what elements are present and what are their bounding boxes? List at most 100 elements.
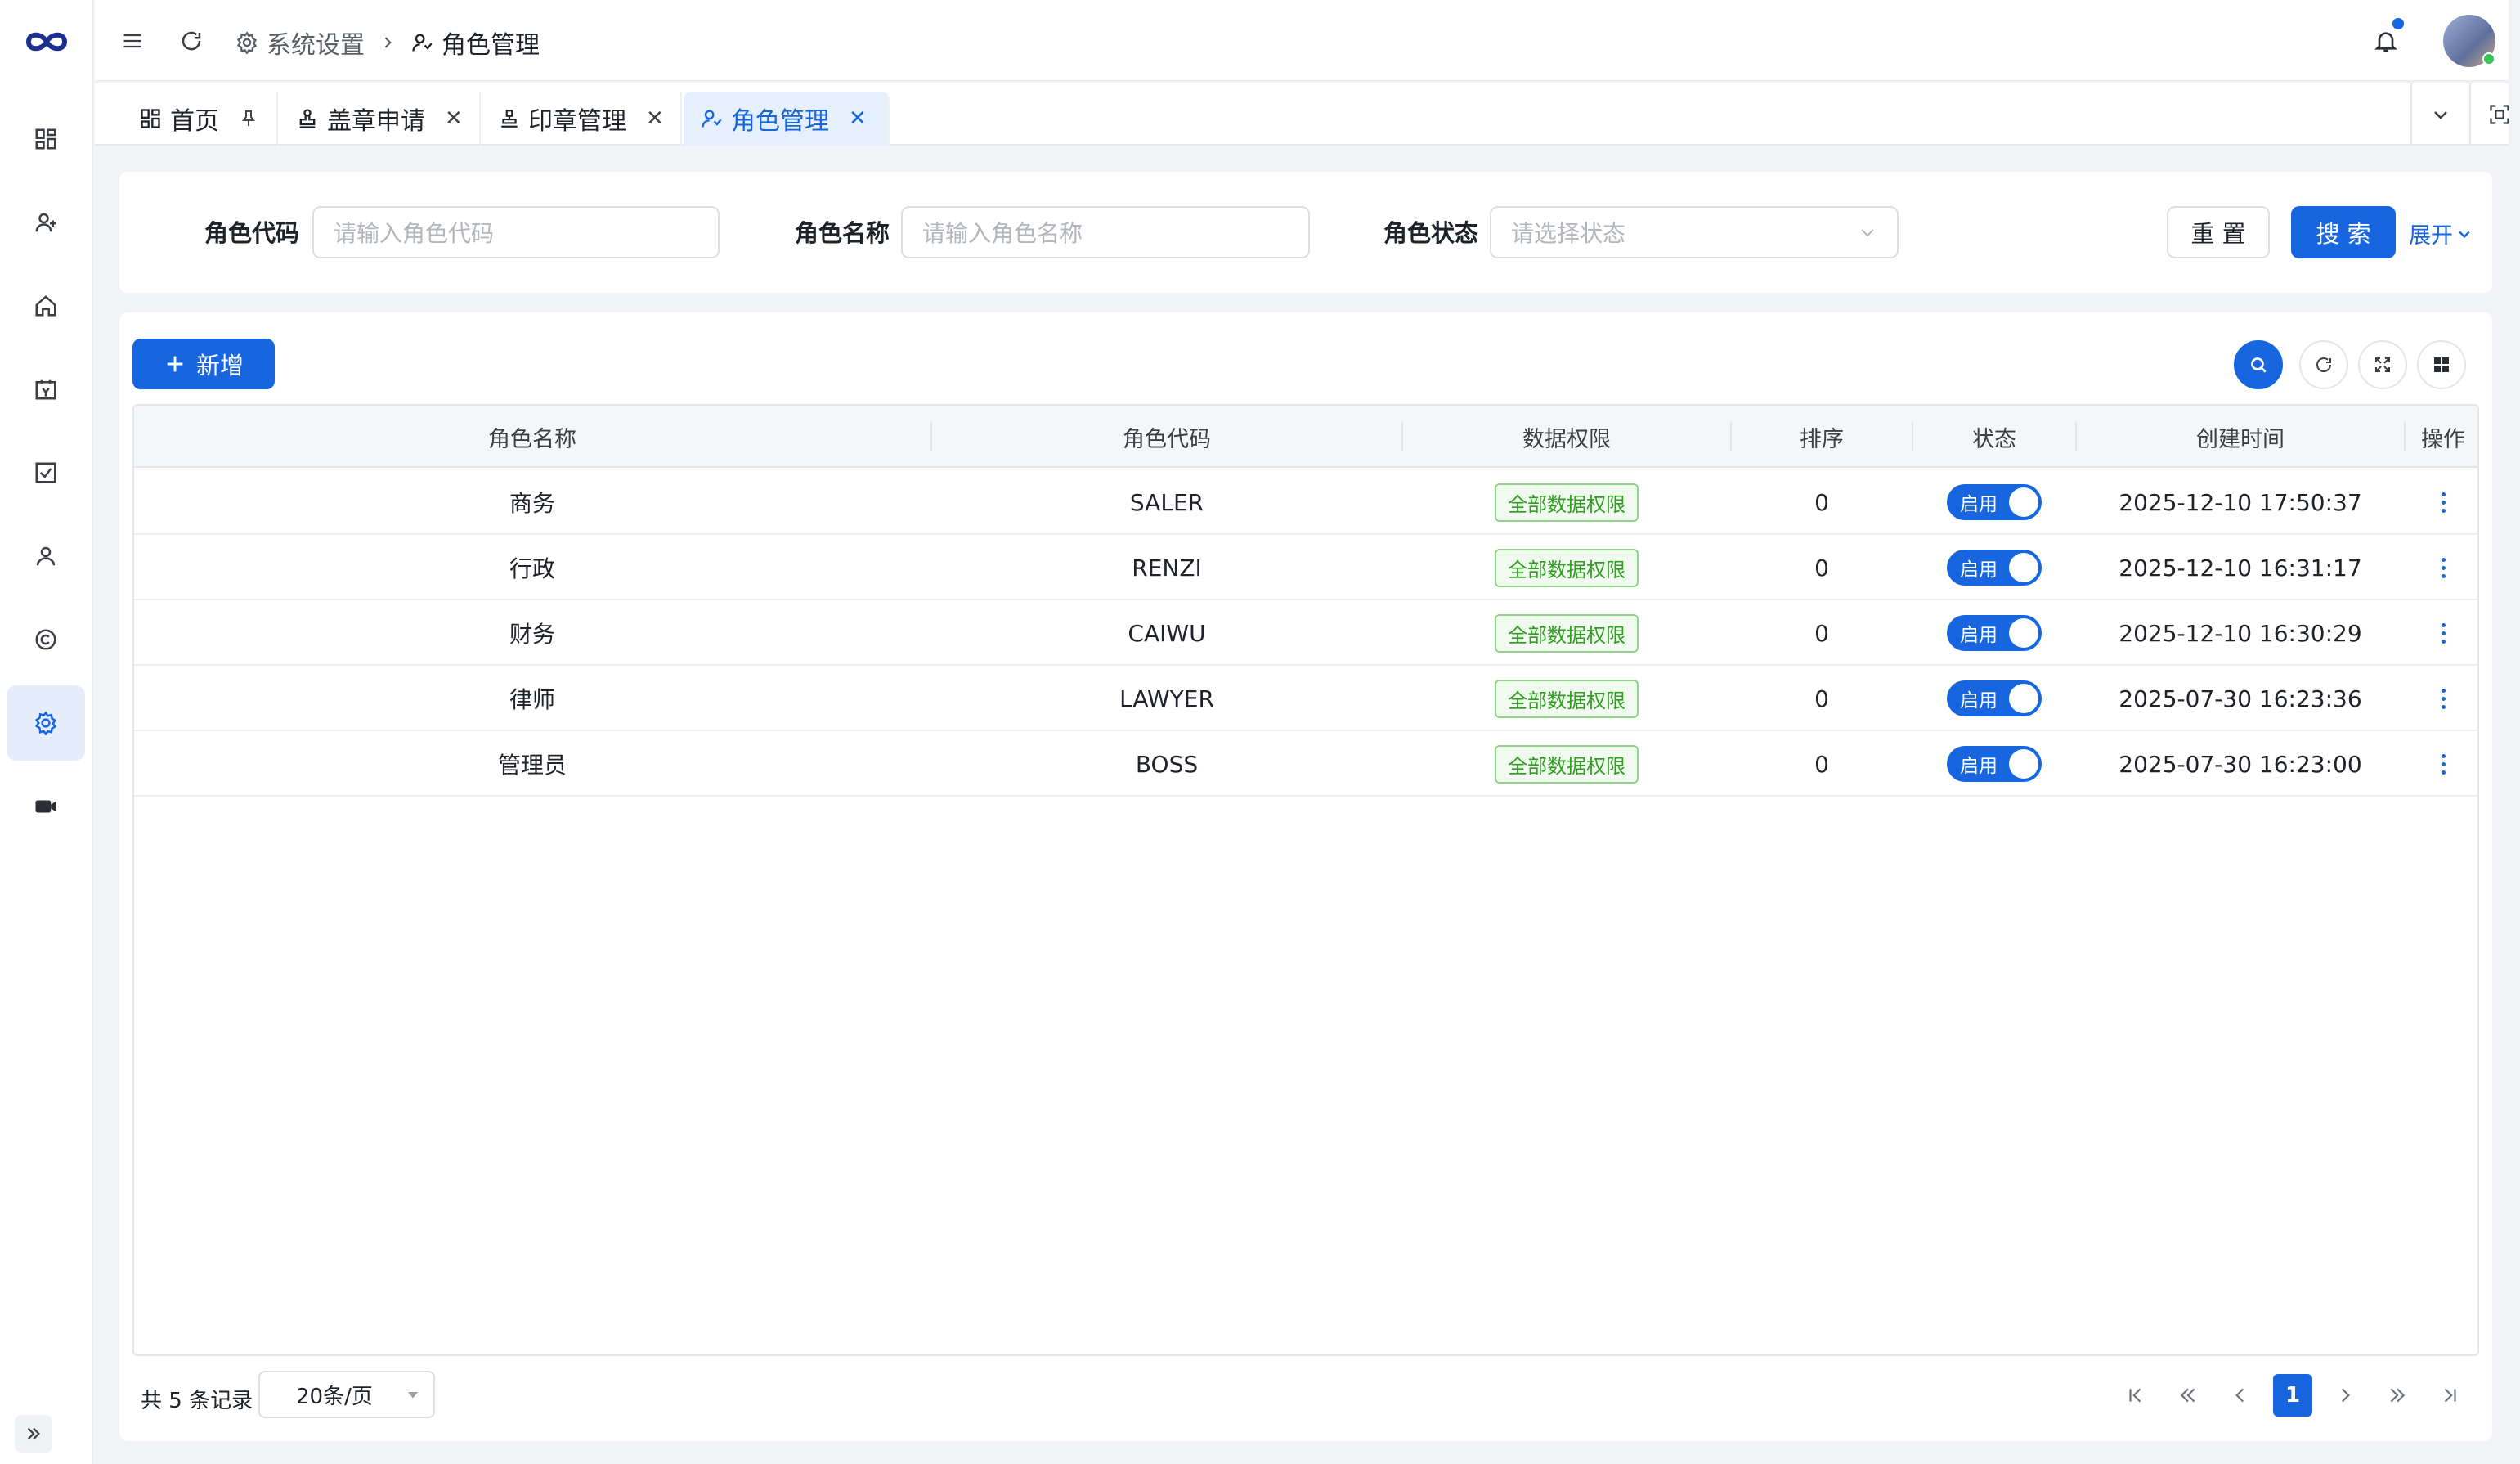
notification-dot	[2392, 18, 2404, 29]
role-code-input[interactable]: 请输入角色代码	[312, 206, 720, 258]
user-icon	[36, 546, 56, 566]
tab-label: 首页	[170, 107, 219, 136]
home-icon	[35, 295, 56, 317]
reset-button[interactable]: 重 置	[2167, 206, 2270, 258]
sidebar-item-copyright[interactable]	[7, 602, 85, 677]
data-scope-tag: 全部数据权限	[1495, 483, 1639, 522]
table-row[interactable]: 商务 SALER 全部数据权限 0 启用 2025-12-10 17:50:37	[134, 469, 2477, 535]
hamburger-icon	[123, 34, 141, 48]
tab-stamp-request[interactable]: 盖章申请 ✕	[280, 92, 481, 146]
chevron-down-icon	[2459, 231, 2470, 238]
role-status-select[interactable]: 请选择状态	[1490, 206, 1899, 258]
avatar[interactable]	[2443, 15, 2495, 67]
refresh-table-button[interactable]	[2299, 340, 2348, 389]
sidebar-item-home[interactable]	[7, 268, 85, 344]
more-actions-icon[interactable]	[2441, 557, 2446, 578]
column-header-data-scope[interactable]: 数据权限	[1403, 406, 1730, 468]
double-chevron-left-icon	[2180, 1388, 2195, 1403]
page-size-select[interactable]: 20条/页	[258, 1371, 435, 1418]
app-logo[interactable]	[18, 21, 75, 62]
column-header-sort[interactable]: 排序	[1732, 406, 1912, 468]
tab-role-management[interactable]: 角色管理 ✕	[684, 92, 890, 146]
status-toggle[interactable]: 启用	[1947, 484, 2042, 520]
expand-filters-link[interactable]: 展开	[2409, 218, 2473, 249]
column-header-status[interactable]: 状态	[1913, 406, 2075, 468]
next-group-button[interactable]	[2378, 1374, 2417, 1417]
breadcrumb-parent[interactable]: 系统设置	[267, 25, 365, 61]
close-icon[interactable]: ✕	[445, 106, 463, 131]
sidebar-item-video[interactable]	[7, 769, 85, 844]
page-1-button[interactable]: 1	[2273, 1374, 2312, 1417]
toggle-search-button[interactable]	[2234, 340, 2283, 389]
cell-role-code: RENZI	[1132, 554, 1202, 582]
column-header-created[interactable]: 创建时间	[2077, 406, 2404, 468]
sidebar-item-user[interactable]	[7, 519, 85, 594]
last-page-button[interactable]	[2430, 1374, 2469, 1417]
expand-label: 展开	[2409, 223, 2453, 249]
chevron-down-icon	[1861, 229, 1874, 237]
table-row[interactable]: 财务 CAIWU 全部数据权限 0 启用 2025-12-10 16:30:29	[134, 600, 2477, 666]
cell-data-scope: 全部数据权限	[1403, 535, 1730, 600]
cell-role-code: BOSS	[1135, 750, 1199, 778]
prev-page-button[interactable]	[2221, 1374, 2260, 1417]
refresh-page-button[interactable]	[173, 23, 209, 59]
total-records: 共 5 条记录	[141, 1389, 253, 1413]
cell-sort: 0	[1814, 750, 1829, 778]
close-icon[interactable]: ✕	[849, 106, 867, 131]
first-page-icon	[2129, 1388, 2141, 1403]
bell-icon	[2374, 32, 2397, 52]
fullscreen-content-button[interactable]	[2469, 83, 2520, 146]
status-toggle-label: 启用	[1960, 690, 1998, 712]
menu-toggle-button[interactable]	[114, 23, 150, 59]
tabs-dropdown-button[interactable]	[2410, 83, 2469, 146]
status-toggle[interactable]: 启用	[1947, 746, 2042, 782]
role-name-input[interactable]: 请输入角色名称	[901, 206, 1310, 258]
cell-actions	[2406, 469, 2477, 535]
notifications-button[interactable]	[2368, 18, 2404, 59]
stamp-icon	[299, 109, 316, 128]
close-icon[interactable]: ✕	[646, 106, 664, 131]
add-role-button[interactable]: 新增	[132, 339, 275, 389]
next-page-button[interactable]	[2325, 1374, 2365, 1417]
cell-created-time: 2025-07-30 16:23:36	[2119, 685, 2362, 712]
prev-group-button[interactable]	[2168, 1374, 2208, 1417]
tab-seal-management[interactable]: 印章管理 ✕	[482, 92, 682, 146]
status-toggle[interactable]: 启用	[1947, 615, 2042, 651]
status-toggle[interactable]: 启用	[1947, 550, 2042, 586]
column-settings-button[interactable]	[2417, 340, 2466, 389]
column-header-role-name[interactable]: 角色名称	[134, 406, 930, 468]
pin-icon[interactable]	[239, 109, 258, 128]
table-row[interactable]: 管理员 BOSS 全部数据权限 0 启用 2025-07-30 16:23:00	[134, 731, 2477, 797]
refresh-icon	[182, 31, 201, 51]
cell-status: 启用	[1913, 666, 2075, 731]
sidebar-item-user-add[interactable]	[7, 185, 85, 260]
more-actions-icon[interactable]	[2441, 753, 2446, 775]
cell-role-name: 商务	[509, 490, 555, 517]
tab-home[interactable]: 首页	[123, 92, 278, 146]
column-header-role-code[interactable]: 角色代码	[932, 406, 1401, 468]
expand-sidebar-button[interactable]	[15, 1415, 52, 1453]
video-icon	[35, 800, 56, 813]
sidebar-item-calendar[interactable]	[7, 352, 85, 427]
sidebar-item-tasks[interactable]	[7, 435, 85, 510]
tab-label: 盖章申请	[327, 107, 425, 136]
fullscreen-table-button[interactable]	[2358, 340, 2407, 389]
cell-role-name: 行政	[509, 555, 555, 582]
status-toggle[interactable]: 启用	[1947, 680, 2042, 716]
table-row[interactable]: 行政 RENZI 全部数据权限 0 启用 2025-12-10 16:31:17	[134, 535, 2477, 600]
breadcrumb: 系统设置 角色管理	[235, 25, 540, 61]
cell-data-scope: 全部数据权限	[1403, 600, 1730, 666]
more-actions-icon[interactable]	[2441, 688, 2446, 709]
cell-role-code: CAIWU	[1128, 619, 1206, 647]
cell-created-time: 2025-07-30 16:23:00	[2119, 750, 2362, 778]
table-row[interactable]: 律师 LAWYER 全部数据权限 0 启用 2025-07-30 16:23:3…	[134, 666, 2477, 731]
cell-status: 启用	[1913, 469, 2075, 535]
chevron-down-icon	[2434, 111, 2447, 119]
sidebar-item-dashboard[interactable]	[7, 101, 85, 177]
search-button[interactable]: 搜 索	[2291, 206, 2396, 258]
sidebar-item-settings[interactable]	[7, 685, 85, 761]
first-page-button[interactable]	[2116, 1374, 2155, 1417]
caret-down-icon	[408, 1392, 418, 1399]
more-actions-icon[interactable]	[2441, 492, 2446, 513]
more-actions-icon[interactable]	[2441, 622, 2446, 644]
